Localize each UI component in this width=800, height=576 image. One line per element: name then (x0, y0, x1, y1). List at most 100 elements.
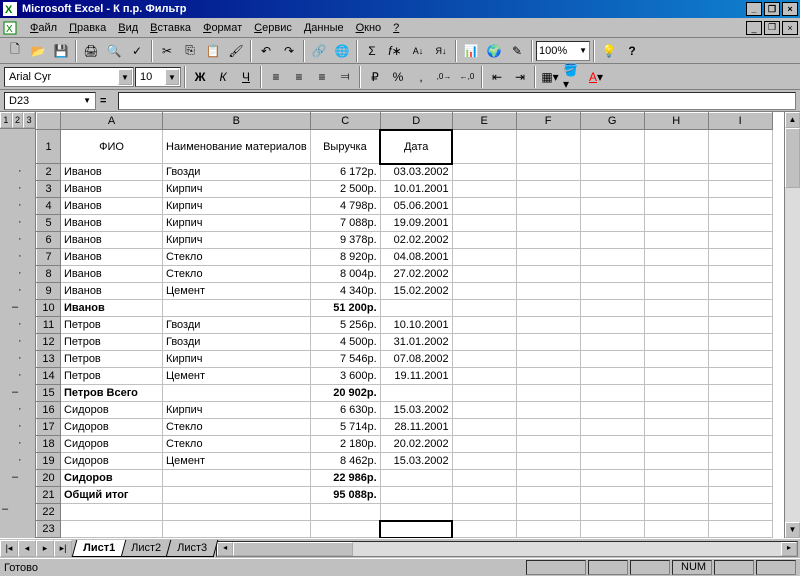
cell[interactable] (516, 402, 580, 419)
cell[interactable]: 4 340р. (310, 283, 380, 300)
cell[interactable]: Гвозди (163, 164, 311, 181)
cell[interactable]: 10.01.2001 (380, 181, 452, 198)
cell[interactable]: 15.02.2002 (380, 283, 452, 300)
cell[interactable]: 2 500р. (310, 181, 380, 198)
row-4[interactable]: 4 (37, 198, 61, 215)
cell[interactable] (644, 215, 708, 232)
cell[interactable] (708, 436, 772, 453)
cell[interactable]: 8 004р. (310, 266, 380, 283)
cell[interactable]: 20.02.2002 (380, 436, 452, 453)
new-button[interactable]: 🗋 (4, 40, 26, 62)
row-11[interactable]: 11 (37, 317, 61, 334)
zoom-combo[interactable]: 100%▼ (536, 41, 590, 61)
cell[interactable] (708, 300, 772, 317)
cell[interactable]: 51 200р. (310, 300, 380, 317)
row-5[interactable]: 5 (37, 215, 61, 232)
scroll-right-button[interactable]: ▸ (781, 542, 797, 556)
maximize-button[interactable]: ❐ (764, 2, 780, 16)
cell[interactable] (644, 368, 708, 385)
outline-dot[interactable]: · (18, 267, 22, 279)
row-19[interactable]: 19 (37, 453, 61, 470)
cell[interactable] (580, 521, 644, 538)
align-center-button[interactable]: ≡ (288, 66, 310, 88)
row-13[interactable]: 13 (37, 351, 61, 368)
cell[interactable] (452, 470, 516, 487)
menu-Правка[interactable]: Правка (63, 20, 112, 36)
cell[interactable]: Кирпич (163, 402, 311, 419)
cell[interactable] (708, 419, 772, 436)
cell[interactable] (452, 368, 516, 385)
outline-dot[interactable]: · (18, 454, 22, 466)
menu-Формат[interactable]: Формат (197, 20, 248, 36)
spell-button[interactable]: ✓ (126, 40, 148, 62)
cell[interactable]: Петров (61, 368, 163, 385)
cell[interactable] (580, 215, 644, 232)
cell[interactable] (644, 198, 708, 215)
cell[interactable]: Иванов (61, 181, 163, 198)
cell[interactable] (452, 487, 516, 504)
cell[interactable] (708, 351, 772, 368)
cell[interactable] (708, 385, 772, 402)
outline-level-2[interactable]: 2 (12, 112, 24, 128)
align-right-button[interactable]: ≡ (311, 66, 333, 88)
scroll-thumb[interactable] (785, 128, 800, 188)
cell[interactable] (516, 181, 580, 198)
horizontal-scrollbar[interactable]: ◂ ▸ (216, 541, 798, 557)
cell[interactable] (644, 436, 708, 453)
cell[interactable] (580, 300, 644, 317)
cell[interactable]: Стекло (163, 419, 311, 436)
cell[interactable] (644, 249, 708, 266)
cell[interactable] (310, 521, 380, 538)
inc-indent-button[interactable]: ⇥ (509, 66, 531, 88)
dec-decimal-button[interactable]: ←,0 (456, 66, 478, 88)
outline-dot[interactable]: · (18, 284, 22, 296)
cell[interactable] (61, 504, 163, 521)
bold-button[interactable]: Ж (189, 66, 211, 88)
autosum-button[interactable]: Σ (361, 40, 383, 62)
cell[interactable]: Иванов (61, 249, 163, 266)
cell[interactable] (452, 181, 516, 198)
save-button[interactable]: 💾 (50, 40, 72, 62)
scroll-down-button[interactable]: ▼ (785, 522, 800, 538)
outline-dot[interactable]: · (18, 199, 22, 211)
web-toolbar-button[interactable]: 🌐 (331, 40, 353, 62)
cell[interactable]: 07.08.2002 (380, 351, 452, 368)
cell[interactable]: 5 256р. (310, 317, 380, 334)
cell[interactable]: Гвозди (163, 317, 311, 334)
cell[interactable] (452, 266, 516, 283)
cell[interactable] (163, 470, 311, 487)
cell[interactable]: 8 920р. (310, 249, 380, 266)
outline-collapse-all[interactable]: – (2, 503, 8, 515)
cell[interactable] (516, 334, 580, 351)
cell[interactable]: 10.10.2001 (380, 317, 452, 334)
cell[interactable]: 19.11.2001 (380, 368, 452, 385)
cell[interactable] (644, 521, 708, 538)
map-button[interactable]: 🌍 (483, 40, 505, 62)
cell[interactable] (644, 385, 708, 402)
cell[interactable]: 9 378р. (310, 232, 380, 249)
cell[interactable] (452, 215, 516, 232)
cell[interactable] (516, 419, 580, 436)
cell[interactable]: Петров Всего (61, 385, 163, 402)
preview-button[interactable]: 🔍 (103, 40, 125, 62)
cell[interactable] (708, 164, 772, 181)
cell[interactable] (452, 504, 516, 521)
formula-input[interactable] (118, 92, 796, 110)
cell[interactable] (708, 504, 772, 521)
cell[interactable] (580, 283, 644, 300)
format-painter-button[interactable]: 🖌 (225, 40, 247, 62)
print-button[interactable]: 🖨 (80, 40, 102, 62)
cell[interactable]: 4 798р. (310, 198, 380, 215)
cell[interactable] (708, 215, 772, 232)
cell[interactable] (708, 368, 772, 385)
cell[interactable]: Иванов (61, 164, 163, 181)
cell[interactable]: Петров (61, 334, 163, 351)
sheet-tab-Лист1[interactable]: Лист1 (72, 540, 127, 557)
tab-next-button[interactable]: ▸ (36, 540, 54, 557)
cell[interactable]: Сидоров (61, 470, 163, 487)
cell[interactable]: Гвозди (163, 334, 311, 351)
cell[interactable] (644, 164, 708, 181)
cell[interactable] (708, 453, 772, 470)
cell[interactable]: 5 714р. (310, 419, 380, 436)
cell[interactable]: Цемент (163, 283, 311, 300)
